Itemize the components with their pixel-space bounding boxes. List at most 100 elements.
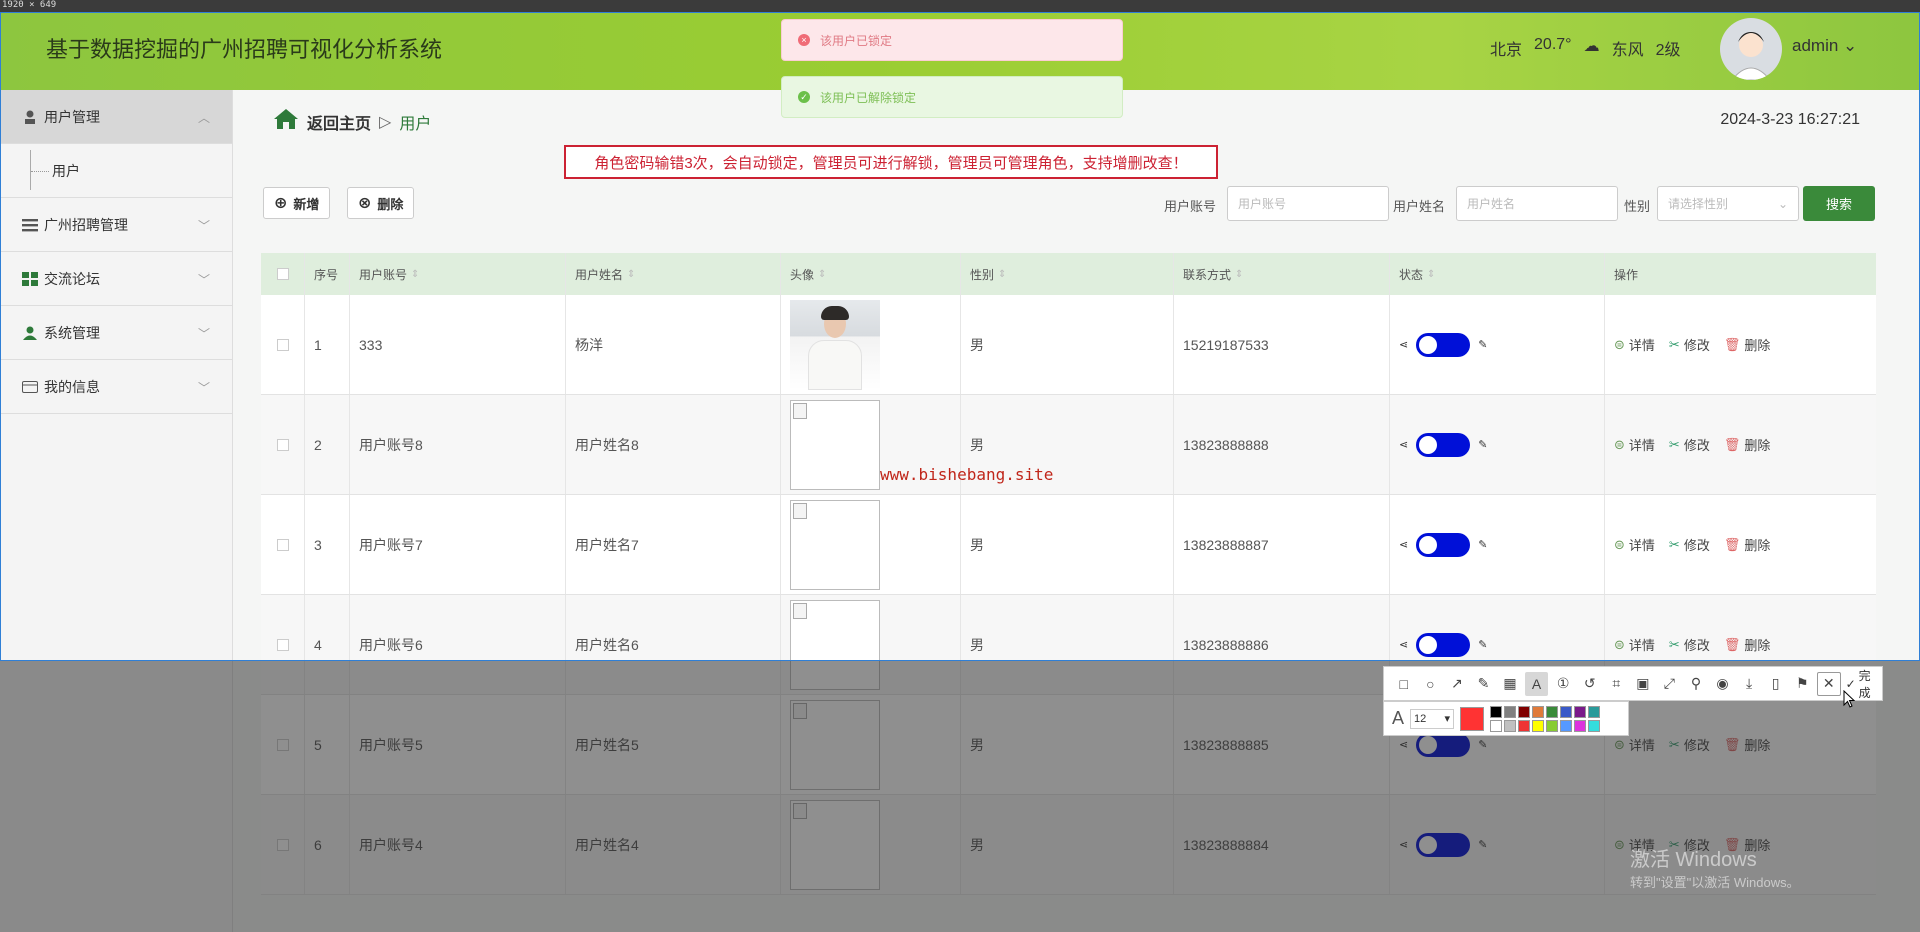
swatch[interactable]: [1490, 719, 1503, 732]
edit-icon[interactable]: ✎: [1478, 338, 1487, 351]
checkbox[interactable]: [276, 268, 289, 280]
edit-button[interactable]: ✂修改: [1669, 635, 1710, 654]
font-size-select[interactable]: 12 ▾: [1410, 708, 1455, 729]
mosaic-tool-icon[interactable]: ▦: [1498, 672, 1522, 696]
swatch[interactable]: [1560, 705, 1573, 718]
header-cell[interactable]: 联系方式 ⇕: [1174, 253, 1390, 295]
pin-icon[interactable]: ⚲: [1684, 672, 1708, 696]
bookmark-icon[interactable]: ⚑: [1790, 672, 1814, 696]
delete-row-button[interactable]: 🗑删除: [1724, 435, 1771, 454]
gender-select[interactable]: 请选择性别 ⌄: [1657, 186, 1799, 221]
table-row[interactable]: 3 用户账号7 用户姓名7 男 13823888887 ⋖ ✎ ⊜ 详情 ✂ 修改 🗑 删除: [261, 495, 1876, 595]
phone-icon[interactable]: ▯: [1764, 672, 1788, 696]
swatch[interactable]: [1490, 705, 1503, 718]
windows-activation-watermark: 激活 Windows 转到"设置"以激活 Windows。: [1630, 843, 1800, 891]
user-menu[interactable]: admin ⌄: [1792, 36, 1857, 56]
swatch[interactable]: [1546, 705, 1559, 718]
delete-row-button[interactable]: 🗑删除: [1724, 335, 1771, 354]
swatch[interactable]: [1588, 705, 1601, 718]
ocr-icon[interactable]: ⌗: [1605, 672, 1629, 696]
header-cell[interactable]: 状态 ⇕: [1390, 253, 1605, 295]
account-search-input[interactable]: 用户账号: [1227, 186, 1389, 221]
lock-toggle[interactable]: [1416, 432, 1471, 457]
sort-icon[interactable]: ⇕: [411, 269, 419, 280]
name-search-input[interactable]: 用户姓名: [1456, 186, 1618, 221]
sidebar-item-system[interactable]: 系统管理 ﹀: [0, 306, 232, 360]
header-cell[interactable]: 用户姓名 ⇕: [566, 253, 781, 295]
detail-button[interactable]: ⊜详情: [1614, 335, 1655, 354]
delete-button[interactable]: ⊗ 删除: [347, 187, 415, 219]
search-button[interactable]: 搜索: [1803, 186, 1875, 221]
ellipse-tool-icon[interactable]: ○: [1419, 672, 1443, 696]
sort-icon[interactable]: ⇕: [1427, 269, 1435, 280]
header-cell[interactable]: 头像 ⇕: [781, 253, 961, 295]
add-button[interactable]: ⊕ 新增: [263, 187, 331, 219]
chevron-down-icon: ﹀: [197, 381, 210, 395]
table-row[interactable]: 2 用户账号8 用户姓名8 男 13823888888 ⋖ ✎ ⊜ 详情 ✂ 修改 🗑 删除: [261, 395, 1876, 495]
row-checkbox[interactable]: [261, 395, 305, 494]
translate-icon[interactable]: ▣: [1631, 672, 1655, 696]
edit-button[interactable]: ✂修改: [1669, 335, 1710, 354]
swatch[interactable]: [1588, 719, 1601, 732]
sidebar-item-user[interactable]: 用户: [0, 144, 232, 198]
checkbox[interactable]: [276, 338, 289, 351]
checkbox[interactable]: [276, 638, 289, 651]
delete-row-button[interactable]: 🗑删除: [1724, 535, 1771, 554]
lock-toggle[interactable]: [1416, 332, 1471, 357]
row-checkbox[interactable]: [261, 295, 305, 394]
checkbox[interactable]: [276, 538, 289, 551]
row-checkbox[interactable]: [261, 495, 305, 594]
edit-icon[interactable]: ✎: [1478, 638, 1487, 651]
record-icon[interactable]: ◉: [1711, 672, 1735, 696]
arrow-tool-icon[interactable]: ↗: [1445, 672, 1469, 696]
cell-name: 杨洋: [566, 295, 781, 394]
table-row[interactable]: 1 333 杨洋男 15219187533 ⋖ ✎ ⊜ 详情 ✂ 修改 🗑 删除: [261, 295, 1876, 395]
delete-row-button[interactable]: 🗑删除: [1724, 635, 1771, 654]
swatch[interactable]: [1504, 705, 1517, 718]
current-color-swatch[interactable]: [1460, 706, 1485, 731]
edit-button[interactable]: ✂修改: [1669, 535, 1710, 554]
sidebar-item-recruitment[interactable]: 广州招聘管理 ﹀: [0, 198, 232, 252]
sidebar-item-forum[interactable]: 交流论坛 ﹀: [0, 252, 232, 306]
swatch[interactable]: [1560, 719, 1573, 732]
lock-toggle[interactable]: [1416, 532, 1471, 557]
sidebar-item-my-info[interactable]: 我的信息 ﹀: [0, 360, 232, 414]
checkbox[interactable]: [276, 438, 289, 451]
pen-tool-icon[interactable]: ✎: [1472, 672, 1496, 696]
breadcrumb-home[interactable]: 返回主页: [307, 110, 371, 134]
number-tool-icon[interactable]: ①: [1551, 672, 1575, 696]
swatch[interactable]: [1518, 705, 1531, 718]
sidebar-item-user-management[interactable]: 用户管理 ︿: [0, 90, 232, 144]
sort-icon[interactable]: ⇕: [627, 269, 635, 280]
close-icon[interactable]: ✕: [1817, 671, 1841, 696]
rectangle-tool-icon[interactable]: □: [1392, 672, 1416, 696]
swatch[interactable]: [1532, 705, 1545, 718]
detail-button[interactable]: ⊜详情: [1614, 535, 1655, 554]
header-cell[interactable]: 用户账号 ⇕: [350, 253, 566, 295]
detail-button[interactable]: ⊜详情: [1614, 635, 1655, 654]
sort-icon[interactable]: ⇕: [998, 269, 1006, 280]
avatar[interactable]: [1720, 18, 1782, 80]
select-all-checkbox[interactable]: [261, 253, 305, 295]
text-tool-icon[interactable]: A: [1524, 671, 1549, 696]
swatch[interactable]: [1574, 705, 1587, 718]
edit-icon[interactable]: ✎: [1478, 438, 1487, 451]
chevron-down-icon: ⌄: [1843, 36, 1858, 55]
long-capture-icon[interactable]: ⤢: [1658, 672, 1682, 696]
swatch[interactable]: [1532, 719, 1545, 732]
lock-toggle[interactable]: [1416, 632, 1471, 657]
edit-button[interactable]: ✂修改: [1669, 435, 1710, 454]
header-cell[interactable]: 性别 ⇕: [961, 253, 1174, 295]
undo-icon[interactable]: ↺: [1578, 672, 1602, 696]
download-icon[interactable]: ⤓: [1737, 672, 1761, 696]
swatch[interactable]: [1546, 719, 1559, 732]
header-label: 序号: [314, 267, 339, 282]
swatch[interactable]: [1518, 719, 1531, 732]
swatch[interactable]: [1504, 719, 1517, 732]
swatch[interactable]: [1574, 719, 1587, 732]
sort-icon[interactable]: ⇕: [818, 269, 826, 280]
home-icon[interactable]: [273, 108, 299, 135]
sort-icon[interactable]: ⇕: [1235, 269, 1243, 280]
detail-button[interactable]: ⊜详情: [1614, 435, 1655, 454]
edit-icon[interactable]: ✎: [1478, 538, 1487, 551]
